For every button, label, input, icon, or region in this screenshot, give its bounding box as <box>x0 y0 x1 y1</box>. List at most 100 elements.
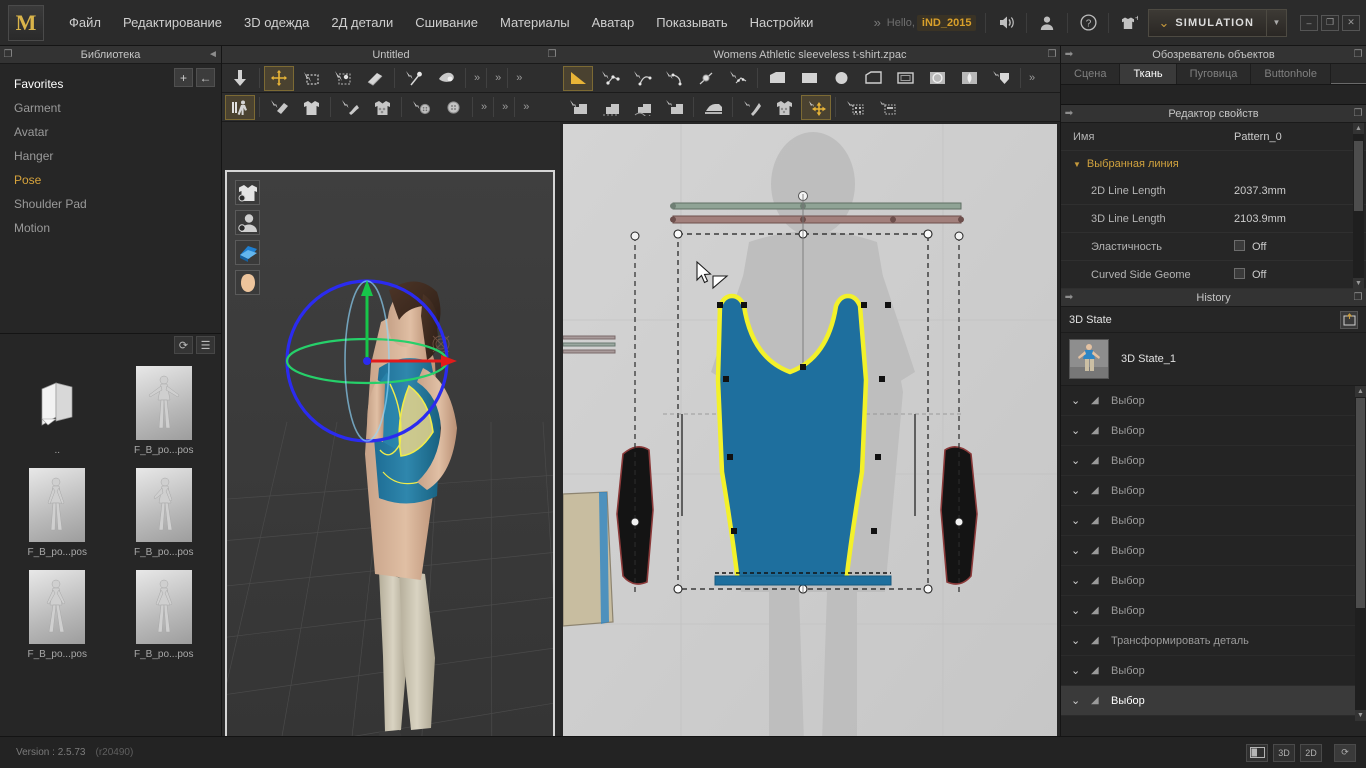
chevrons-down-icon[interactable]: ⌄ <box>1071 424 1091 437</box>
save-state-icon[interactable] <box>1340 310 1358 329</box>
edit-mesh-tool[interactable] <box>328 66 358 91</box>
username-label[interactable]: iND_2015 <box>916 14 977 31</box>
chevrons-down-icon[interactable]: ⌄ <box>1071 604 1091 617</box>
button-tool[interactable] <box>406 95 436 120</box>
menu-item-avatar[interactable]: Аватар <box>581 9 646 36</box>
dart-tool[interactable] <box>954 66 984 91</box>
menu-item-2d-pattern[interactable]: 2Д детали <box>320 9 404 36</box>
chevrons-down-icon[interactable]: ⌄ <box>1071 394 1091 407</box>
property-group-selected-line[interactable]: ▼ Выбранная линия <box>1061 151 1366 177</box>
animation-tool[interactable] <box>225 94 255 120</box>
viewport-2d-canvas[interactable] <box>563 124 1057 768</box>
inner-polygon-tool[interactable] <box>858 66 888 91</box>
garment-add-icon[interactable]: + <box>1118 12 1140 34</box>
undock-icon[interactable]: ❐ <box>1350 292 1366 303</box>
reset-view-button[interactable]: ⟳ <box>1334 743 1356 762</box>
menu-overflow-icon[interactable]: » <box>870 15 883 30</box>
scrollbar-thumb[interactable] <box>1354 141 1363 211</box>
split-view-button[interactable] <box>1246 743 1268 762</box>
list-item[interactable]: ⌄ ◢ Выбор <box>1061 446 1366 476</box>
menu-item-3d-garment[interactable]: 3D одежда <box>233 9 320 36</box>
edit-point-tool[interactable] <box>595 66 625 91</box>
chevrons-down-icon[interactable]: ⌄ <box>1071 484 1091 497</box>
history-state-row[interactable]: 3D State_1 <box>1061 333 1366 386</box>
pin-tool[interactable] <box>399 66 429 91</box>
list-item[interactable]: F_B_po...pos <box>4 468 111 558</box>
add-point-tool[interactable] <box>691 66 721 91</box>
toolbar-overflow-icon[interactable]: » <box>469 72 483 84</box>
property-row-3d-line-length[interactable]: 3D Line Length 2103.9mm <box>1061 205 1366 233</box>
list-item[interactable]: ⌄ ◢ Выбор <box>1061 566 1366 596</box>
list-item[interactable]: ⌄ ◢ Выбор <box>1061 416 1366 446</box>
refresh-icon[interactable]: ⟳ <box>174 336 193 354</box>
segment-sew-tool[interactable] <box>595 95 625 120</box>
library-item-garment[interactable]: Garment <box>0 96 221 120</box>
toolbar-overflow-icon[interactable]: » <box>490 72 504 84</box>
edit-curvature-tool[interactable] <box>659 66 689 91</box>
buttonhole-tool[interactable] <box>438 95 468 120</box>
trim-tool[interactable] <box>872 95 902 120</box>
property-scrollbar[interactable]: ▲ ▼ <box>1353 123 1364 289</box>
back-button[interactable]: ← <box>196 68 215 87</box>
toolbar-overflow-icon[interactable]: » <box>518 101 532 113</box>
show-fabric-icon[interactable] <box>235 240 260 265</box>
chevrons-down-icon[interactable]: ⌄ <box>1071 664 1091 677</box>
rect-select-tool[interactable] <box>296 66 326 91</box>
property-row-elasticity[interactable]: Эластичность Off <box>1061 233 1366 261</box>
chevrons-down-icon[interactable]: ⌄ <box>1071 514 1091 527</box>
menu-item-settings[interactable]: Настройки <box>739 9 825 36</box>
property-row-2d-line-length[interactable]: 2D Line Length 2037.3mm <box>1061 177 1366 205</box>
chevrons-down-icon[interactable]: ⌄ <box>1071 574 1091 587</box>
scroll-up-icon[interactable]: ▲ <box>1353 123 1364 134</box>
menu-item-edit[interactable]: Редактирование <box>112 9 233 36</box>
rectangle-tool[interactable] <box>794 66 824 91</box>
chevrons-down-icon[interactable]: ⌄ <box>1071 694 1091 707</box>
segment-tool[interactable] <box>723 66 753 91</box>
edit-pattern-tool[interactable] <box>563 65 593 91</box>
list-item[interactable]: F_B_po...pos <box>111 366 218 456</box>
library-item-pose[interactable]: Pose <box>0 168 221 192</box>
menu-item-sewing[interactable]: Сшивание <box>404 9 489 36</box>
viewport-3d-scene[interactable] <box>225 170 555 736</box>
tack-tool[interactable] <box>431 66 461 91</box>
history-list[interactable]: ⌄ ◢ Выбор ⌄ ◢ Выбор ⌄ ◢ Выбор ⌄ ◢ Выбор ⌄ ◢ Выбор … <box>1061 386 1366 721</box>
shirt-tool[interactable] <box>296 95 326 120</box>
list-item[interactable]: ⌄ ◢ Выбор <box>1061 686 1366 716</box>
tab-button[interactable]: Пуговица <box>1176 64 1252 84</box>
tab-scene[interactable]: Сцена <box>1061 64 1121 84</box>
move-down-tool[interactable] <box>225 66 255 91</box>
scroll-down-icon[interactable]: ▼ <box>1353 278 1364 289</box>
undock-icon[interactable]: ❐ <box>1350 49 1366 60</box>
scrollbar-thumb[interactable] <box>1356 398 1365 608</box>
list-item[interactable]: ⌄ ◢ Трансформировать деталь <box>1061 626 1366 656</box>
list-item[interactable]: ⌄ ◢ Выбор <box>1061 596 1366 626</box>
undock-icon[interactable]: ❐ <box>1044 49 1060 60</box>
menu-item-materials[interactable]: Материалы <box>489 9 581 36</box>
sew-tool[interactable] <box>563 95 593 120</box>
view-2d-button[interactable]: 2D <box>1300 743 1322 762</box>
drape-tool[interactable] <box>264 95 294 120</box>
show-skin-icon[interactable] <box>235 270 260 295</box>
chevrons-down-icon[interactable]: ⌄ <box>1071 634 1091 647</box>
zipper-2d-tool[interactable] <box>737 95 767 120</box>
history-scrollbar[interactable]: ▲ ▼ <box>1355 386 1366 721</box>
sound-icon[interactable] <box>995 12 1017 34</box>
undock-icon[interactable]: ❐ <box>544 49 560 60</box>
texture-tool[interactable] <box>801 94 831 120</box>
simulation-button[interactable]: ⌄ SIMULATION ▼ <box>1148 8 1287 37</box>
chevrons-down-icon[interactable]: ⌄ <box>1071 544 1091 557</box>
edit-curve-tool[interactable] <box>627 66 657 91</box>
list-item[interactable]: ⌄ ◢ Выбор <box>1061 476 1366 506</box>
pleat-tool[interactable] <box>986 66 1016 91</box>
transform-tool[interactable] <box>264 65 294 91</box>
chevrons-down-icon[interactable]: ⌄ <box>1071 454 1091 467</box>
toolbar-overflow-icon[interactable]: » <box>497 101 511 113</box>
property-row-name[interactable]: Имя Pattern_0 <box>1061 123 1366 151</box>
show-garment-icon[interactable] <box>235 180 260 205</box>
free-sew-tool[interactable] <box>627 95 657 120</box>
list-item[interactable]: F_B_po...pos <box>111 570 218 660</box>
collapse-icon[interactable]: ➡ <box>1061 49 1077 60</box>
object-browser-body[interactable] <box>1061 85 1366 105</box>
list-item[interactable]: ⌄ ◢ Выбор <box>1061 386 1366 416</box>
tab-buttonhole[interactable]: Buttonhole <box>1251 64 1331 84</box>
